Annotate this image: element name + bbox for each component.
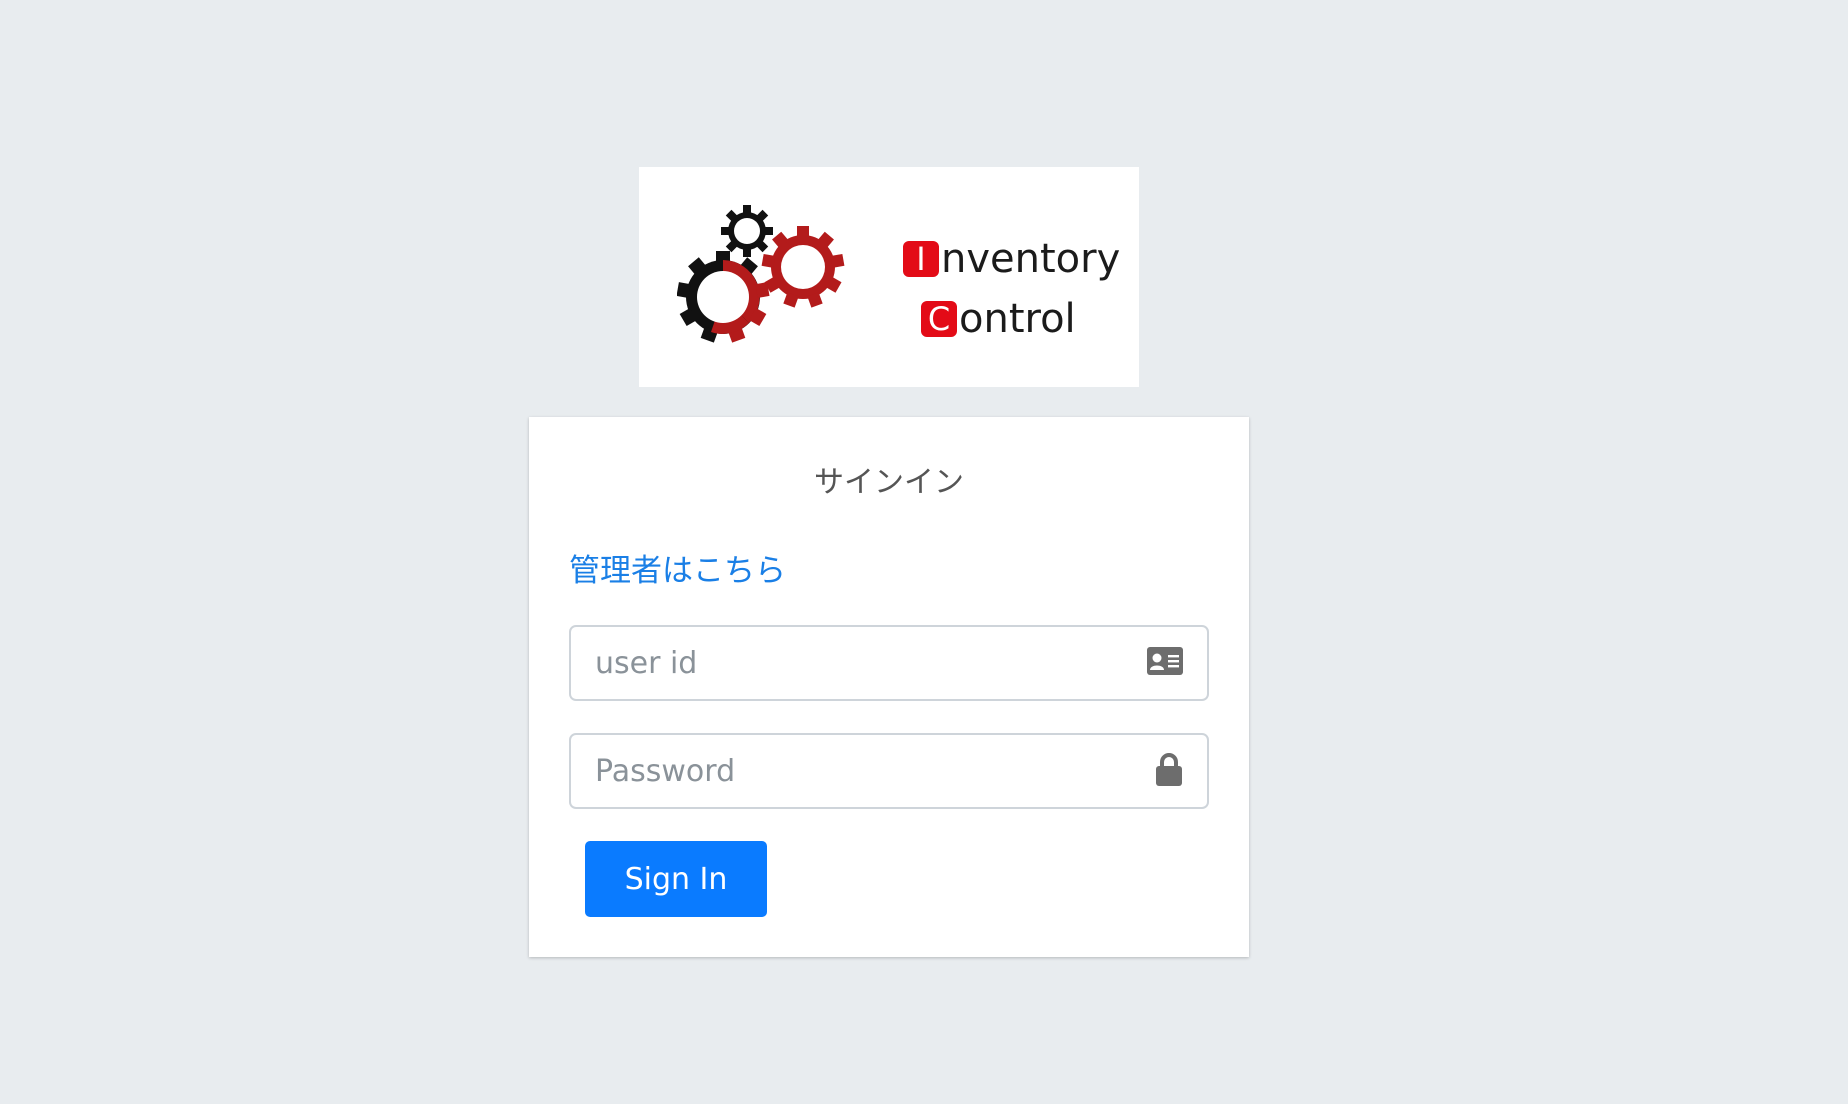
signin-button[interactable]: Sign In bbox=[585, 841, 767, 917]
lock-icon bbox=[1155, 752, 1183, 790]
gears-icon bbox=[677, 205, 845, 343]
password-input[interactable] bbox=[571, 735, 1207, 807]
logo-line-inventory: Inventory bbox=[903, 229, 1120, 289]
logo-initial-i: I bbox=[903, 241, 939, 277]
userid-input[interactable] bbox=[571, 627, 1207, 699]
app-logo: Inventory Control bbox=[639, 167, 1139, 387]
logo-word-inventory: nventory bbox=[941, 236, 1121, 282]
signin-title: サインイン bbox=[814, 465, 964, 500]
logo-wordmark: Inventory Control bbox=[903, 229, 1120, 349]
password-field bbox=[569, 733, 1209, 809]
admin-login-link[interactable]: 管理者はこちら bbox=[569, 545, 786, 590]
logo-line-control: Control bbox=[903, 289, 1120, 349]
logo-initial-c: C bbox=[921, 301, 957, 337]
id-card-icon bbox=[1147, 647, 1183, 679]
userid-field bbox=[569, 625, 1209, 701]
logo-word-control: ontrol bbox=[959, 296, 1076, 342]
signin-card: サインイン 管理者はこちら Sign In bbox=[529, 417, 1249, 957]
